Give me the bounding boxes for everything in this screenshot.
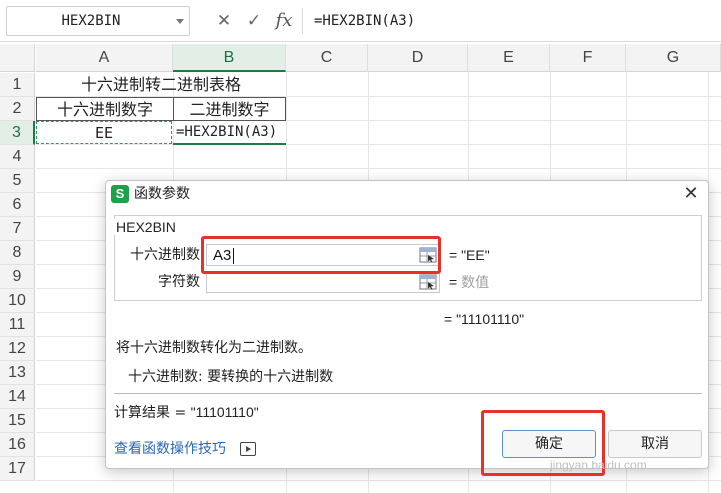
arg2-input[interactable] [206,271,440,293]
function-icon[interactable]: fx [272,8,296,34]
select-all-corner[interactable] [0,44,35,72]
column-header-g[interactable]: G [626,44,721,72]
arg2-result-hint: 数值 [461,275,490,291]
row-header-2[interactable]: 2 [0,97,35,121]
cell-a2-header[interactable]: 十六进制数字 [36,97,173,121]
cell-a1-title[interactable]: 十六进制转二进制表格 [36,73,286,97]
row-header-6[interactable]: 6 [0,193,35,217]
cell-a3[interactable]: EE [36,121,172,144]
name-box-value: HEX2BIN [61,13,121,29]
function-tips-link[interactable]: 查看函数操作技巧 [114,438,226,460]
row-header-14[interactable]: 14 [0,385,35,409]
arg1-result: = "EE" [449,247,490,263]
checkmark-icon[interactable]: ✓ [242,8,266,34]
row-header-16[interactable]: 16 [0,433,35,457]
watermark: jingyan.baidu.com [550,458,647,472]
calculation-result: 计算结果 = "11101110" [114,401,259,423]
close-icon[interactable]: ✕ [680,183,702,205]
highlight-box-input [201,236,441,274]
row-header-10[interactable]: 10 [0,289,35,313]
range-picker-icon[interactable] [419,274,437,290]
divider [114,393,702,394]
row-header-17[interactable]: 17 [0,457,35,481]
arg2-result: = 数值 [449,271,489,293]
app-logo-icon: S [111,185,129,203]
column-header-d[interactable]: D [368,44,468,72]
function-arguments-dialog: S 函数参数 ✕ HEX2BIN 十六进制数 A3 = "EE" 字符数 = 数… [105,180,709,476]
row-header-1[interactable]: 1 [0,73,35,97]
argument-description: 十六进制数: 要转换的十六进制数 [128,369,334,385]
arg2-label: 字符数 [158,274,200,290]
row-header-13[interactable]: 13 [0,361,35,385]
dialog-title: 函数参数 [134,186,190,202]
column-header-c[interactable]: C [286,44,368,72]
column-header-f[interactable]: F [550,44,626,72]
formula-input[interactable]: =HEX2BIN(A3) [314,8,415,34]
arg2-result-eq: = [449,274,458,290]
column-header-a[interactable]: A [36,44,173,72]
calc-value: "11101110" [190,404,259,420]
calc-label: 计算结果 = [114,405,187,421]
video-play-icon[interactable] [240,442,256,456]
name-box[interactable]: HEX2BIN [6,6,190,36]
grid-line [36,480,721,481]
cell-b3-active[interactable]: =HEX2BIN(A3) [173,121,286,145]
cell-b2-header[interactable]: 二进制数字 [173,97,286,121]
row-header-11[interactable]: 11 [0,313,35,337]
grid-line [36,168,721,169]
column-header-b[interactable]: B [173,44,286,72]
arg1-label: 十六进制数 [130,247,200,263]
function-name: HEX2BIN [114,219,178,235]
row-header-5[interactable]: 5 [0,169,35,193]
column-header-e[interactable]: E [468,44,550,72]
function-result: = "11101110" [444,311,525,327]
close-icon[interactable]: ✕ [212,8,236,34]
formula-bar-divider [302,8,303,34]
function-description: 将十六进制数转化为二进制数。 [116,340,312,356]
row-header-12[interactable]: 12 [0,337,35,361]
grid-line [36,144,721,145]
row-header-3[interactable]: 3 [0,121,35,145]
cancel-button[interactable]: 取消 [608,430,702,458]
row-header-15[interactable]: 15 [0,409,35,433]
row-header-4[interactable]: 4 [0,145,35,169]
row-header-8[interactable]: 8 [0,241,35,265]
row-header-9[interactable]: 9 [0,265,35,289]
row-header-7[interactable]: 7 [0,217,35,241]
formula-bar: HEX2BIN ✕ ✓ fx =HEX2BIN(A3) [0,0,721,42]
chevron-down-icon[interactable] [176,19,184,24]
